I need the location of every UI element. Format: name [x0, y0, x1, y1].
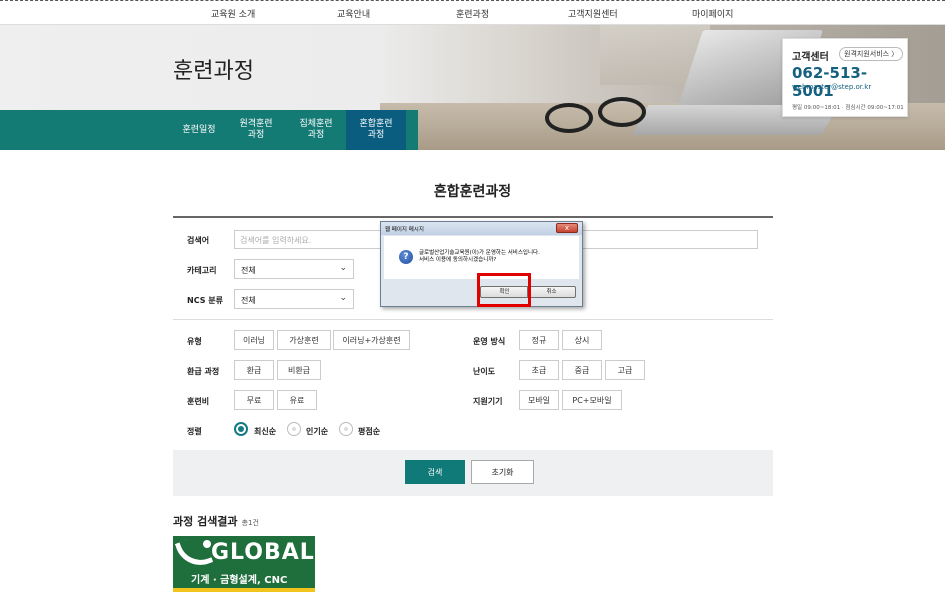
results-count: 총1건 [241, 519, 259, 527]
sort-popular-label: 인기순 [306, 427, 329, 436]
tab-label: 집체훈련 과정 [299, 119, 333, 140]
refund-label: 환급 과정 [187, 367, 220, 376]
type-elearning-virtual-chip[interactable]: 이러닝+가상훈련 [333, 330, 410, 350]
tab-training-schedule[interactable]: 훈련일정 [171, 110, 227, 150]
glasses-lens-left [545, 103, 593, 133]
sort-rating-label: 평점순 [358, 427, 381, 436]
chevron-down-icon: ⌄ [339, 293, 347, 303]
device-pc-mobile-chip[interactable]: PC+모바일 [562, 390, 622, 410]
top-navigation: 교육원 소개 교육안내 훈련과정 고객지원센터 마이페이지 [0, 0, 945, 25]
glasses-lens-right [598, 97, 646, 127]
difficulty-label: 난이도 [473, 367, 496, 376]
reset-button[interactable]: 초기화 [471, 460, 534, 484]
operation-always-chip[interactable]: 상시 [562, 330, 602, 350]
tab-label: 혼합훈련 과정 [359, 119, 393, 140]
fee-free-chip[interactable]: 무료 [234, 390, 274, 410]
phone-number: 062-513-5001 [792, 64, 868, 100]
category-select[interactable]: 전체 ⌄ [234, 259, 354, 279]
nav-training-courses[interactable]: 훈련과정 [456, 7, 489, 20]
tab-label: 원격훈련 과정 [239, 119, 273, 140]
sort-rating-radio[interactable] [339, 422, 353, 436]
category-value: 전체 [241, 266, 256, 275]
customer-center-box: 고객센터 원격지원서비스 〉 062-513-5001 webmaster@st… [782, 38, 908, 117]
divider [173, 319, 773, 320]
device-label: 지원기기 [473, 397, 503, 406]
close-icon[interactable]: x [556, 223, 578, 233]
sort-latest-radio[interactable] [234, 422, 248, 436]
device-mobile-chip[interactable]: 모바일 [519, 390, 559, 410]
tab-label: 훈련일정 [182, 124, 216, 135]
sort-latest-label: 최신순 [254, 427, 277, 436]
dialog-titlebar: 웹 페이지 메시지 x [381, 222, 582, 235]
ncs-value: 전체 [241, 296, 256, 305]
nav-customer-support[interactable]: 고객지원센터 [568, 7, 618, 20]
sort-label: 정렬 [187, 427, 202, 436]
tab-blended-training[interactable]: 혼합훈련 과정 [346, 110, 406, 150]
sub-tabs: 훈련일정 원격훈련 과정 집체훈련 과정 혼합훈련 과정 [0, 110, 418, 150]
results-title: 과정 검색결과 [173, 515, 238, 528]
nav-about[interactable]: 교육원 소개 [211, 7, 255, 20]
refund-yes-chip[interactable]: 환급 [234, 360, 274, 380]
dialog-message-line: 글로벌산업기술교육원(이)가 운영하는 서비스입니다. [419, 250, 540, 256]
dialog-message: 글로벌산업기술교육원(이)가 운영하는 서비스입니다. 서비스 이용에 동의하시… [419, 250, 540, 264]
operation-regular-chip[interactable]: 정규 [519, 330, 559, 350]
logo-underline [173, 588, 315, 592]
customer-center-title: 고객센터 [792, 52, 829, 63]
difficulty-intermediate-chip[interactable]: 중급 [562, 360, 602, 380]
ok-button-highlight [477, 273, 531, 307]
type-label: 유형 [187, 337, 202, 346]
category-label: 카테고리 [187, 266, 217, 275]
refund-no-chip[interactable]: 비환급 [277, 360, 321, 380]
page-title: 훈련과정 [173, 59, 254, 84]
nav-education-info[interactable]: 교육안내 [337, 7, 370, 20]
sort-popular-radio[interactable] [287, 422, 301, 436]
difficulty-advanced-chip[interactable]: 고급 [605, 360, 645, 380]
question-icon: ? [399, 250, 413, 264]
tab-group-training[interactable]: 집체훈련 과정 [287, 110, 345, 150]
logo-subtitle: 기계 · 금형설계, CNC [191, 575, 288, 586]
dialog-message-line: 서비스 이용에 동의하시겠습니까? [419, 257, 497, 263]
logo-dot-icon [203, 540, 211, 548]
tab-remote-training[interactable]: 원격훈련 과정 [227, 110, 285, 150]
course-thumbnail-global-logo[interactable]: GLOBAL 기계 · 금형설계, CNC [173, 536, 315, 592]
remote-support-button[interactable]: 원격지원서비스 〉 [839, 47, 904, 61]
email-link[interactable]: webmaster@step.or.kr [792, 83, 871, 91]
nav-mypage[interactable]: 마이페이지 [692, 7, 733, 20]
cancel-button[interactable]: 취소 [527, 286, 576, 298]
type-virtual-chip[interactable]: 가상훈련 [277, 330, 331, 350]
operation-label: 운영 방식 [473, 337, 506, 346]
fee-label: 훈련비 [187, 397, 210, 406]
search-button[interactable]: 검색 [405, 460, 465, 484]
dialog-title: 웹 페이지 메시지 [385, 227, 424, 233]
keyword-label: 검색어 [187, 236, 210, 245]
ncs-select[interactable]: 전체 ⌄ [234, 289, 354, 309]
ncs-label: NCS 분류 [187, 296, 223, 305]
type-elearning-chip[interactable]: 이러닝 [234, 330, 274, 350]
difficulty-beginner-chip[interactable]: 초급 [519, 360, 559, 380]
section-title: 혼합훈련과정 [433, 184, 512, 200]
search-button-bar: 검색 초기화 [173, 450, 773, 496]
business-hours: 평일 09:00~18:01 · 점심시간 09:00~17:01 [792, 105, 904, 111]
confirm-dialog: 웹 페이지 메시지 x ? 글로벌산업기술교육원(이)가 운영하는 서비스입니다… [380, 221, 583, 307]
fee-paid-chip[interactable]: 유료 [277, 390, 317, 410]
logo-text: GLOBAL [211, 540, 315, 565]
results-heading: 과정 검색결과 총1건 [173, 513, 259, 529]
chevron-down-icon: ⌄ [339, 263, 347, 273]
